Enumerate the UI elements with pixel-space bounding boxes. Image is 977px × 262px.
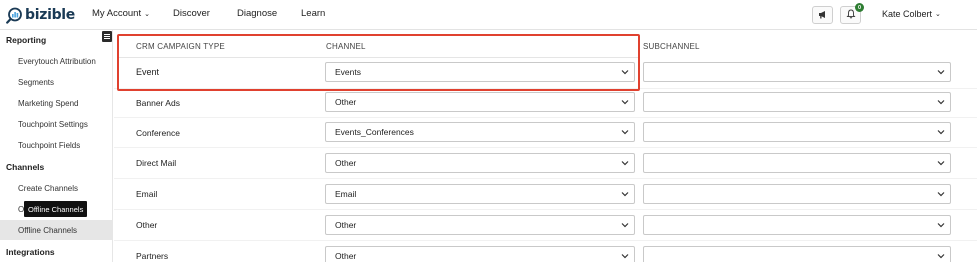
sidebar-item-marketing-spend[interactable]: Marketing Spend: [0, 93, 113, 113]
sidebar-item-touchpoint-fields[interactable]: Touchpoint Fields: [0, 135, 113, 155]
bell-icon: [845, 9, 856, 21]
brand-name: bizible: [25, 7, 75, 23]
channel-select[interactable]: Other: [325, 215, 635, 235]
notifications-button[interactable]: 0: [840, 3, 864, 24]
channel-select[interactable]: Events: [325, 62, 635, 82]
chevron-down-icon: [620, 158, 630, 168]
announcements-button[interactable]: [812, 6, 833, 24]
row-campaign-type: Other: [136, 220, 158, 230]
user-name: Kate Colbert: [882, 9, 933, 19]
subchannel-select[interactable]: [643, 246, 951, 262]
bizible-logo[interactable]: bizible: [6, 6, 75, 24]
channel-select-value: Other: [335, 251, 357, 261]
nav-label: Discover: [173, 8, 210, 19]
sidebar-item-touchpoint-settings[interactable]: Touchpoint Settings: [0, 114, 113, 134]
channel-select-value: Email: [335, 189, 357, 199]
channel-select[interactable]: Other: [325, 92, 635, 112]
nav-discover[interactable]: Discover: [173, 8, 210, 19]
channel-select-value: Events: [335, 67, 361, 77]
sidebar-section-channels: Channels: [6, 162, 45, 172]
row-campaign-type: Direct Mail: [136, 158, 177, 168]
nav-label: My Account: [92, 8, 142, 19]
subchannel-select[interactable]: [643, 122, 951, 142]
chevron-down-icon: [936, 220, 946, 230]
channel-select-value: Events_Conferences: [335, 127, 414, 137]
row-campaign-type: Partners: [136, 251, 169, 261]
notification-count-badge: 0: [855, 3, 864, 12]
subchannel-select[interactable]: [643, 215, 951, 235]
chevron-down-icon: [936, 189, 946, 199]
row-divider: [114, 240, 977, 241]
channel-select[interactable]: Other: [325, 246, 635, 262]
row-divider: [119, 57, 638, 58]
subchannel-select[interactable]: [643, 184, 951, 204]
row-campaign-type: Event: [136, 67, 160, 77]
user-menu[interactable]: Kate Colbert ⌄: [882, 9, 941, 19]
chevron-down-icon: [936, 251, 946, 261]
sidebar-collapse-menu-icon[interactable]: [102, 31, 112, 42]
row-campaign-type: Email: [136, 189, 158, 199]
channel-select-value: Other: [335, 97, 357, 107]
column-header-subchannel: SUBCHANNEL: [643, 42, 700, 51]
row-campaign-type: Banner Ads: [136, 98, 180, 108]
magnifier-logo-icon: [6, 7, 23, 24]
sidebar-section-integrations: Integrations: [6, 247, 55, 257]
sidebar-section-reporting: Reporting: [6, 35, 47, 45]
channel-select[interactable]: Other: [325, 153, 635, 173]
top-navigation-bar: bizible My Account ⌄ Discover Diagnose L…: [0, 0, 977, 30]
chevron-down-icon: [620, 220, 630, 230]
sidebar-item-segments[interactable]: Segments: [0, 72, 113, 92]
nav-label: Learn: [301, 8, 326, 19]
channel-select[interactable]: Events_Conferences: [325, 122, 635, 142]
settings-sidebar: Reporting Everytouch Attribution Segment…: [0, 30, 113, 262]
row-divider: [114, 117, 977, 118]
chevron-down-icon: [620, 127, 630, 137]
nav-label: Diagnose: [237, 8, 278, 19]
chevron-down-icon: [936, 158, 946, 168]
row-divider: [114, 178, 977, 179]
megaphone-icon: [818, 10, 828, 21]
column-header-channel: CHANNEL: [326, 42, 366, 51]
sidebar-item-offline-channels[interactable]: Offline Channels: [0, 220, 113, 240]
row-divider: [114, 209, 977, 210]
chevron-down-icon: [620, 97, 630, 107]
chevron-down-icon: ⌄: [935, 11, 941, 18]
channel-select-value: Other: [335, 220, 357, 230]
nav-diagnose[interactable]: Diagnose: [237, 8, 277, 19]
subchannel-select[interactable]: [643, 62, 951, 82]
chevron-down-icon: [936, 97, 946, 107]
chevron-down-icon: ⌄: [144, 10, 150, 18]
subchannel-select[interactable]: [643, 153, 951, 173]
row-divider: [114, 88, 977, 89]
channel-select-value: Other: [335, 158, 357, 168]
chevron-down-icon: [620, 67, 630, 77]
sidebar-tooltip: Offline Channels: [24, 201, 88, 217]
chevron-down-icon: [620, 251, 630, 261]
subchannel-select[interactable]: [643, 92, 951, 112]
chevron-down-icon: [936, 127, 946, 137]
nav-learn[interactable]: Learn: [301, 8, 325, 19]
row-campaign-type: Conference: [136, 128, 180, 138]
sidebar-item-create-channels[interactable]: Create Channels: [0, 178, 113, 198]
chevron-down-icon: [936, 67, 946, 77]
nav-my-account[interactable]: My Account ⌄: [92, 8, 150, 19]
channel-select[interactable]: Email: [325, 184, 635, 204]
chevron-down-icon: [620, 189, 630, 199]
row-divider: [114, 147, 977, 148]
sidebar-item-everytouch-attribution[interactable]: Everytouch Attribution: [0, 51, 113, 71]
column-header-crm-campaign-type: CRM CAMPAIGN TYPE: [136, 42, 225, 51]
